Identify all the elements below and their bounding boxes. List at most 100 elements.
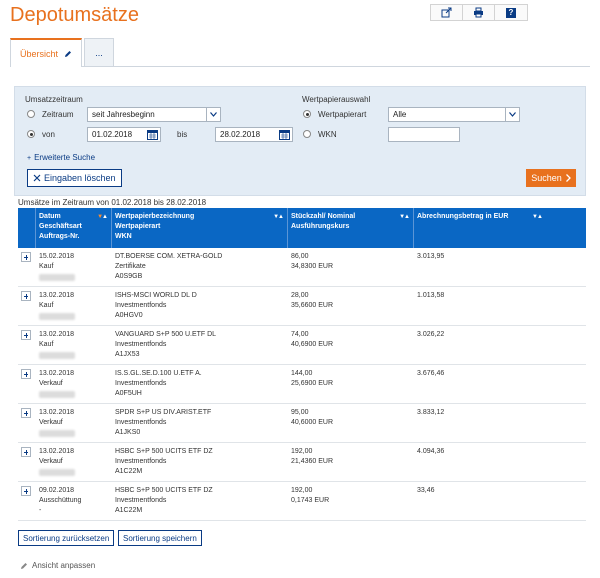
sort-icon[interactable]: ▼▲: [532, 212, 543, 222]
bis-label: bis: [177, 130, 188, 139]
transaction-type: Ausschüttung: [39, 497, 82, 504]
quantity-cell: 28,00 35,6600 EUR: [288, 287, 414, 325]
close-icon: [33, 174, 41, 182]
date-cell: 13.02.2018 Kauf: [36, 287, 112, 325]
tab-more-label: ...: [95, 47, 103, 58]
quantity-cell: 192,00 0,1743 EUR: [288, 482, 414, 520]
zeitraum-select[interactable]: seit Jahresbeginn: [87, 107, 221, 122]
wertpapierart-select[interactable]: Alle: [388, 107, 520, 122]
tab-bar: Übersicht ...: [10, 38, 116, 67]
execution-price: 25,6900 EUR: [291, 380, 334, 387]
sort-icon[interactable]: ▼▲: [273, 212, 284, 222]
amount-cell: 4.094,36: [414, 443, 586, 481]
date-cell: 15.02.2018 Kauf: [36, 248, 112, 286]
security-type: Investmentfonds: [115, 497, 167, 504]
security-cell: VANGUARD S+P 500 U.ETF DL Investmentfonds…: [112, 326, 288, 364]
amount-cell: 3.013,95: [414, 248, 586, 286]
amount: 3.676,46: [417, 370, 445, 377]
security-type: Investmentfonds: [115, 380, 167, 387]
amount: 3.026,22: [417, 331, 445, 338]
tab-overview[interactable]: Übersicht: [10, 38, 83, 67]
header-line: Geschäftsart: [39, 223, 82, 230]
clear-inputs-button[interactable]: Eingaben löschen: [27, 169, 122, 187]
radio-wertpapierart[interactable]: [303, 110, 311, 118]
calendar-icon[interactable]: [279, 129, 290, 140]
von-date-input[interactable]: 01.02.2018: [87, 127, 161, 142]
expand-plus-icon[interactable]: [21, 486, 31, 496]
redacted-order-number: [39, 352, 75, 359]
amount: 33,46: [417, 487, 435, 494]
date-cell: 13.02.2018 Verkauf: [36, 443, 112, 481]
date: 13.02.2018: [39, 448, 75, 455]
export-icon[interactable]: [431, 5, 463, 20]
radio-zeitraum[interactable]: [27, 110, 35, 118]
table-row: 13.02.2018 Kauf VANGUARD S+P 500 U.ETF DL…: [18, 326, 586, 365]
header-line: Ausführungskurs: [291, 223, 350, 230]
wkn: A1C22M: [115, 507, 143, 514]
execution-price: 40,6900 EUR: [291, 341, 334, 348]
quantity-cell: 192,00 21,4360 EUR: [288, 443, 414, 481]
extended-search-link[interactable]: + Erweiterte Suche: [27, 153, 95, 162]
table-row: 13.02.2018 Verkauf IS.S.GL.SE.D.100 U.ETF…: [18, 365, 586, 404]
reset-sort-button[interactable]: Sortierung zurücksetzen: [18, 530, 115, 546]
amount: 3.833,12: [417, 409, 445, 416]
table-row: 13.02.2018 Verkauf SPDR S+P US DIV.ARIST.…: [18, 404, 586, 443]
quantity: 95,00: [291, 409, 309, 416]
redacted-order-number: [39, 430, 75, 437]
expand-cell: [18, 248, 36, 286]
expand-plus-icon[interactable]: [21, 408, 31, 418]
execution-price: 21,4360 EUR: [291, 458, 334, 465]
period-summary: Umsätze im Zeitraum von 01.02.2018 bis 2…: [18, 198, 207, 207]
expand-plus-icon[interactable]: [21, 291, 31, 301]
search-button[interactable]: Suchen: [526, 169, 576, 187]
header-date[interactable]: Datum Geschäftsart Auftrags-Nr. ▼▲: [36, 208, 112, 248]
amount: 1.013,58: [417, 292, 445, 299]
tab-more[interactable]: ...: [84, 38, 115, 66]
adjust-view-link[interactable]: Ansicht anpassen: [20, 561, 95, 570]
quantity: 28,00: [291, 292, 309, 299]
table-header: Datum Geschäftsart Auftrags-Nr. ▼▲ Wertp…: [18, 208, 586, 248]
expand-plus-icon[interactable]: [21, 447, 31, 457]
wkn: A0S9GB: [115, 273, 143, 280]
save-sort-button[interactable]: Sortierung speichern: [118, 530, 202, 546]
header-expand: [18, 208, 36, 248]
calendar-icon[interactable]: [147, 129, 158, 140]
help-button[interactable]: ?: [495, 5, 527, 20]
date-cell: 13.02.2018 Kauf: [36, 326, 112, 364]
zeitraum-label: Zeitraum: [42, 110, 74, 119]
header-quantity[interactable]: Stückzahl/ Nominal Ausführungskurs ▼▲: [288, 208, 414, 248]
header-amount[interactable]: Abrechnungsbetrag in EUR ▼▲: [414, 208, 586, 248]
print-icon[interactable]: [463, 5, 495, 20]
header-security[interactable]: Wertpapierbezeichnung Wertpapierart WKN …: [112, 208, 288, 248]
security-name: VANGUARD S+P 500 U.ETF DL: [115, 331, 217, 338]
wkn-input[interactable]: [388, 127, 460, 142]
amount: 4.094,36: [417, 448, 445, 455]
header-line: Abrechnungsbetrag in EUR: [417, 213, 509, 220]
expand-plus-icon[interactable]: [21, 252, 31, 262]
table-row: 09.02.2018 Ausschüttung - HSBC S+P 500 UCI…: [18, 482, 586, 521]
pencil-icon[interactable]: [64, 50, 72, 58]
wkn: A1JKS0: [115, 429, 141, 436]
wertpapierart-label: Wertpapierart: [318, 110, 367, 119]
security-cell: ISHS-MSCI WORLD DL D Investmentfonds A0HGV…: [112, 287, 288, 325]
chevron-right-icon: [565, 174, 571, 182]
radio-von[interactable]: [27, 130, 35, 138]
expand-plus-icon[interactable]: [21, 369, 31, 379]
sort-icon[interactable]: ▼▲: [97, 212, 108, 222]
von-label: von: [42, 130, 55, 139]
quantity: 74,00: [291, 331, 309, 338]
expand-plus-icon[interactable]: [21, 330, 31, 340]
date-cell: 13.02.2018 Verkauf: [36, 365, 112, 403]
quantity-cell: 86,00 34,8300 EUR: [288, 248, 414, 286]
security-cell: HSBC S+P 500 UCITS ETF DZ Investmentfonds…: [112, 482, 288, 520]
execution-price: 40,6000 EUR: [291, 419, 334, 426]
sort-icon[interactable]: ▼▲: [399, 212, 410, 222]
security-type: Investmentfonds: [115, 419, 167, 426]
amount: 3.013,95: [417, 253, 445, 260]
redacted-order-number: [39, 391, 75, 398]
bis-date-value: 28.02.2018: [220, 130, 261, 139]
pencil-icon: [21, 562, 27, 569]
bis-date-input[interactable]: 28.02.2018: [215, 127, 293, 142]
security-name: ISHS-MSCI WORLD DL D: [115, 292, 197, 299]
radio-wkn[interactable]: [303, 130, 311, 138]
